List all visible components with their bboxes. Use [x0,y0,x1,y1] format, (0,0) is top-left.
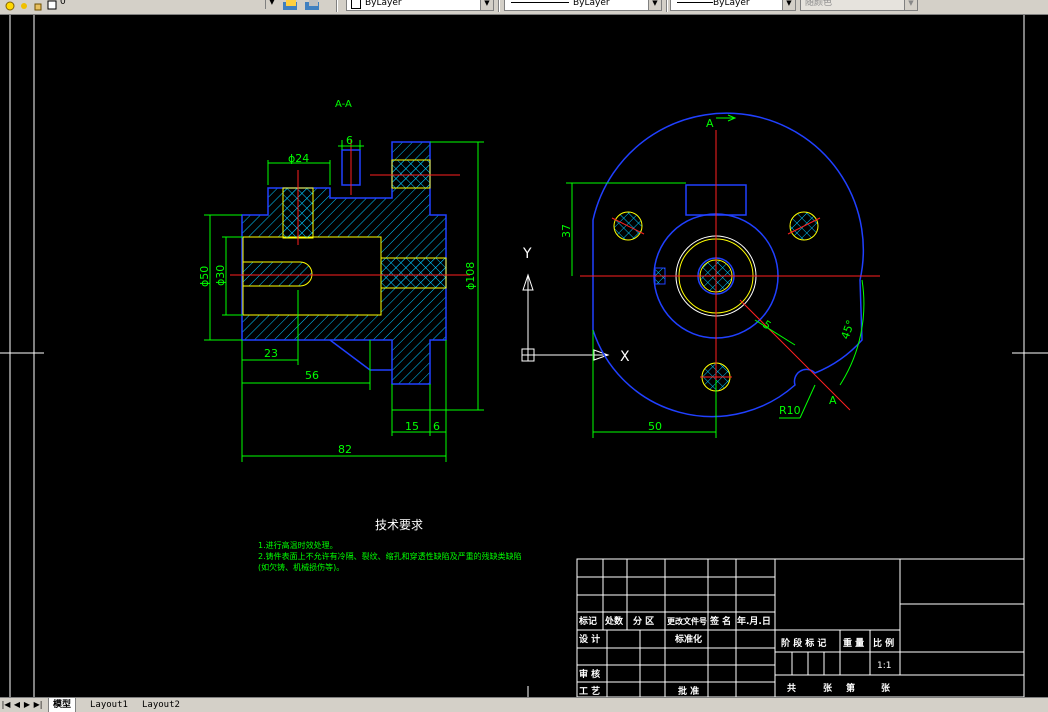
dim-label: ϕ108 [464,262,477,290]
dim-label: ϕ30 [214,265,227,286]
chevron-down-icon[interactable]: ▼ [265,0,278,9]
dim-label: ϕ50 [198,266,211,287]
color-square-icon [46,0,58,10]
chevron-down-icon[interactable]: ▼ [782,0,795,10]
linetype-sample [511,2,569,3]
tb-cell: 阶 段 标 记 [781,637,826,649]
make-current-layer-icon[interactable] [282,0,300,10]
title-block: 标记 处数 分 区 更改文件号 签 名 年.月.日 设 计 标准化 审 核 工 … [576,558,1025,697]
layer-name: 0 [60,0,66,7]
notes-line: 2.铸件表面上不允许有冷隔、裂纹、缩孔和穿透性缺陷及严重的残缺类缺陷 [258,551,522,561]
cut-label: A [829,394,837,407]
tb-cell: 批 准 [678,685,699,697]
tb-cell: 重 量 [843,637,864,649]
dim-label: 37 [560,224,573,238]
dim-label: 56 [305,369,319,382]
tb-cell: 比 例 [873,637,894,649]
color-value: ByLayer [365,0,402,8]
layer-state-icon[interactable] [4,0,16,11]
tb-scale: 1:1 [877,661,891,671]
color-swatch [351,0,361,9]
linetype-value: ByLayer [573,0,610,8]
prev-tab-icon[interactable]: ◀ [12,699,22,711]
next-tab-icon[interactable]: ▶ [22,699,32,711]
ucs-y-label: Y [522,246,532,262]
toolbar-separator [498,0,500,12]
dim-label: 6 [346,134,353,147]
tab-layout2[interactable]: Layout2 [138,698,184,712]
end-view: A A 37 50 45° R10 5 [560,112,880,438]
technical-notes: 技术要求 1.进行高温时效处理。 2.铸件表面上不允许有冷隔、裂纹、缩孔和穿透性… [258,518,522,572]
tb-cell: 更改文件号 [667,616,707,626]
lock-icon[interactable] [32,0,44,11]
color-dropdown[interactable]: ByLayer ▼ [346,0,494,11]
notes-line: (如欠铸、机械损伤等)。 [258,562,344,572]
chevron-down-icon: ▼ [904,0,917,10]
layout-tab-bar: |◀ ◀ ▶ ▶| 模型 Layout1 Layout2 [0,697,1048,712]
section-view: A-A 6 ϕ24 ϕ50 ϕ30 23 56 82 15 6 ϕ108 [198,99,484,462]
cut-label: A [706,117,714,130]
section-label: A-A [335,99,352,110]
drawing-frame [0,15,1048,697]
lineweight-value: ByLayer [713,0,750,8]
tb-cell: 处数 [604,615,624,627]
lineweight-sample [677,2,713,3]
dim-label: 6 [433,420,440,433]
dim-label: 50 [648,420,662,433]
tb-cell: 标准化 [674,633,702,645]
ucs-x-label: X [620,349,630,365]
ucs-icon [521,273,610,362]
chevron-down-icon[interactable]: ▼ [648,0,661,10]
chevron-down-icon[interactable]: ▼ [480,0,493,10]
tab-model[interactable]: 模型 [48,698,77,712]
tb-cell: 张 [881,682,891,694]
tb-cell: 工 艺 [579,685,600,697]
tb-cell: 设 计 [579,633,600,645]
layer-previous-icon[interactable] [304,0,322,10]
toolbar-separator [666,0,668,12]
dim-label: 45° [839,318,858,341]
dim-label: 82 [338,443,352,456]
tb-cell: 年.月.日 [737,615,771,627]
tb-cell: 第 [846,682,855,694]
tb-cell: 张 [823,682,833,694]
tb-cell: 审 核 [579,668,600,680]
dim-label: 23 [264,347,278,360]
notes-title: 技术要求 [375,518,423,532]
notes-line: 1.进行高温时效处理。 [258,540,338,550]
sun-icon[interactable] [18,0,30,9]
plotstyle-dropdown: 随颜色 ▼ [800,0,918,11]
linetype-dropdown[interactable]: ByLayer ▼ [504,0,662,11]
toolbar-separator [336,0,338,12]
layer-dropdown[interactable]: 0 ▼ [60,0,278,11]
dim-label: ϕ24 [288,152,309,165]
tb-cell: 签 名 [709,615,731,627]
plotstyle-value: 随颜色 [805,0,833,8]
lineweight-dropdown[interactable]: ByLayer ▼ [670,0,796,11]
last-tab-icon[interactable]: ▶| [33,699,43,711]
dim-label: 15 [405,420,419,433]
drawing-canvas[interactable]: A-A 6 ϕ24 ϕ50 ϕ30 23 56 82 15 6 ϕ108 Y X… [0,15,1048,697]
first-tab-icon[interactable]: |◀ [1,699,11,711]
dim-label: R10 [779,404,801,417]
tb-cell: 标记 [578,615,597,627]
tb-cell: 分 区 [633,615,654,627]
tb-cell: 共 [787,682,796,694]
properties-toolbar: 0 ▼ ByLayer ▼ ByLayer ▼ ByLayer ▼ 随颜色 ▼ [0,0,1048,15]
tab-layout1[interactable]: Layout1 [86,698,132,712]
